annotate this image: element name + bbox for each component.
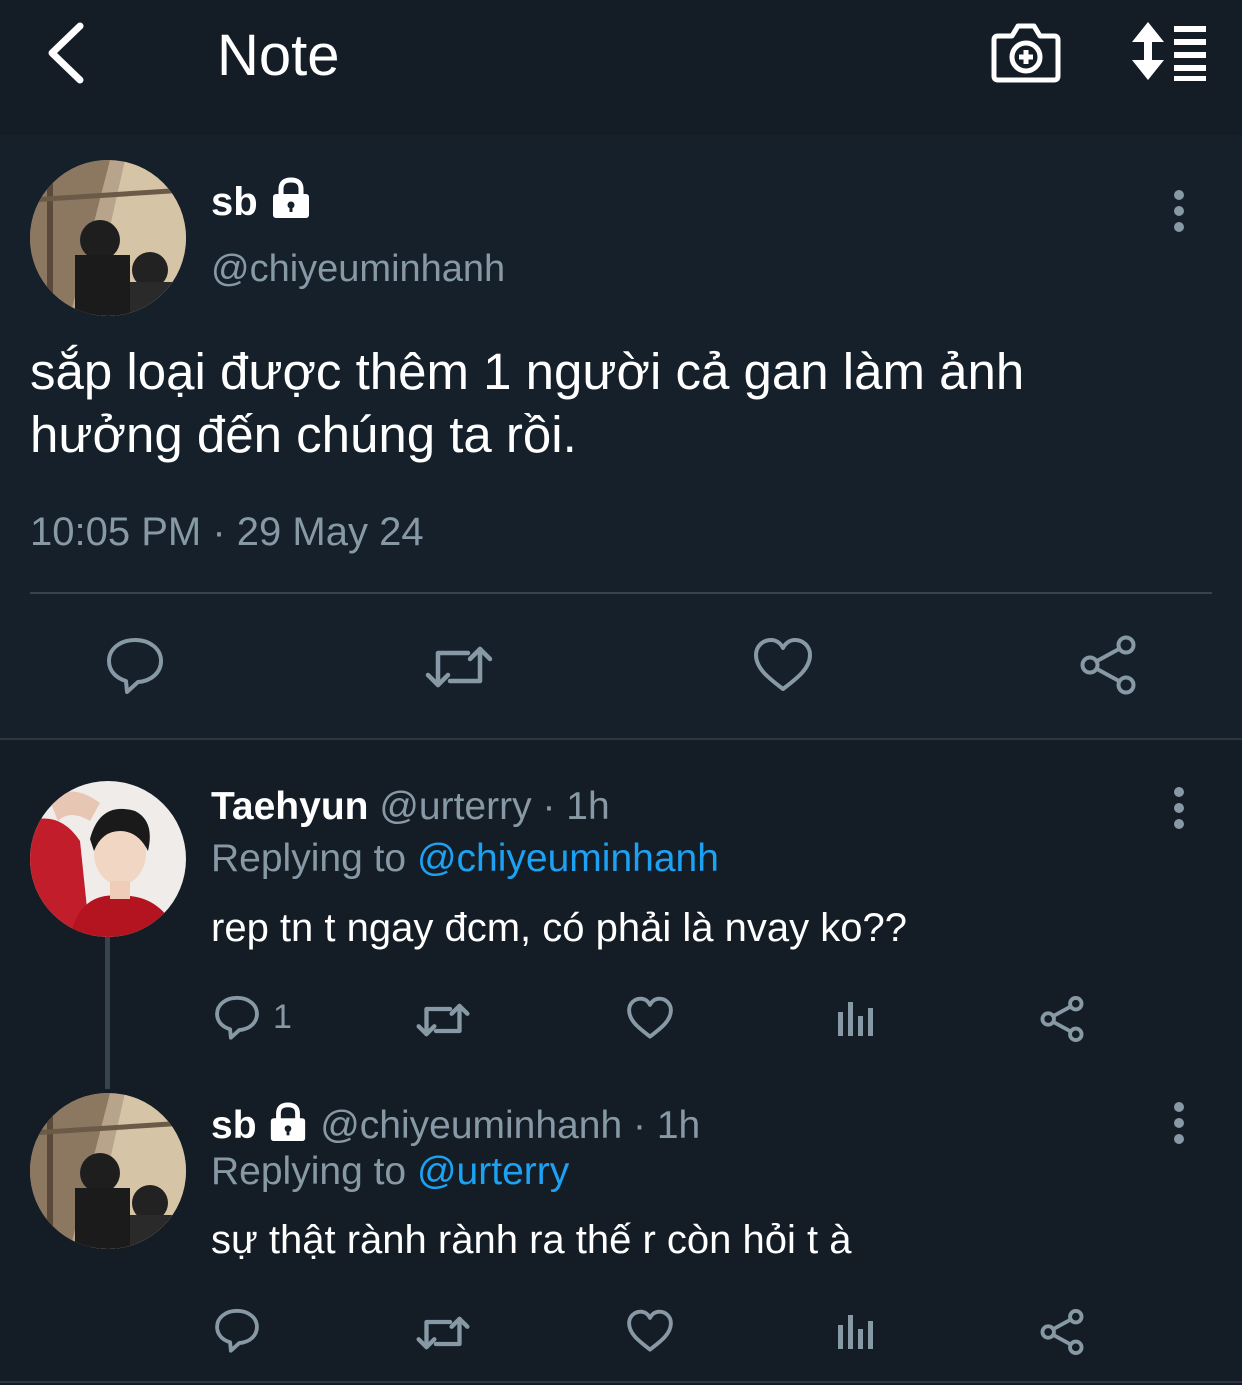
tweet-age: 1h [656,1104,701,1147]
author-handle[interactable]: @chiyeuminhanh [320,1104,622,1147]
author-name[interactable]: sb [211,1104,257,1147]
tweet-time: 10:05 PM [30,510,202,554]
reply-icon[interactable] [104,635,166,695]
more-options-icon[interactable] [1169,1101,1189,1151]
avatar[interactable] [30,1093,186,1249]
avatar-photo [30,160,186,316]
author-name[interactable]: sb [211,180,258,225]
share-icon[interactable] [1078,635,1138,695]
lock-icon [273,177,309,218]
separator: · [212,510,226,554]
analytics-icon[interactable] [836,998,876,1038]
like-icon[interactable] [752,637,814,693]
tweet-text-line-1: sắp loại được thêm 1 người cả gan làm ản… [30,343,1025,400]
sort-list-icon[interactable] [1128,20,1212,82]
back-icon[interactable] [40,18,100,88]
reply-text: sự thật rành rành ra thế r còn hỏi t à [211,1218,852,1262]
like-icon[interactable] [626,1309,674,1353]
tweet-text-line-2: hưởng đến chúng ta rồi. [30,406,577,463]
replying-to-label: Replying to [211,837,407,880]
tweet-date: 29 May 24 [236,510,424,554]
camera-add-icon[interactable] [990,20,1062,86]
replying-to-label: Replying to [211,1150,407,1193]
reply-text: rep tn t ngay đcm, có phải là nvay ko?? [211,906,907,950]
main-tweet: sb @chiyeuminhanh sắp loại được thêm 1 n… [0,135,1242,738]
retweet-icon[interactable] [415,1311,471,1355]
replying-to: Replying to @urterry [211,1150,569,1194]
reply-header: Taehyun @urterry · 1h [211,785,610,829]
like-icon[interactable] [626,996,674,1040]
analytics-icon[interactable] [836,1311,876,1351]
retweet-icon[interactable] [424,639,494,695]
reply-count: 1 [273,998,292,1036]
page-title: Note [217,23,340,88]
reply-tweet[interactable]: Taehyun @urterry · 1h Replying to @chiye… [0,740,1242,1075]
more-options-icon[interactable] [1169,786,1189,836]
avatar-photo [30,1093,186,1249]
mention-link[interactable]: @chiyeuminhanh [417,837,719,880]
separator: · [632,1104,646,1147]
divider [30,592,1212,594]
more-options-icon[interactable] [1169,189,1189,239]
mention-link[interactable]: @urterry [417,1150,569,1193]
reply-tweet[interactable]: sb @chiyeuminhanh · 1h Replying to @urte… [0,1055,1242,1385]
share-icon[interactable] [1039,1309,1085,1355]
author-handle[interactable]: @urterry [379,785,531,828]
replying-to: Replying to @chiyeuminhanh [211,837,719,881]
avatar-photo [30,781,186,937]
reply-icon[interactable] [213,994,261,1040]
top-bar: Note [0,0,1242,134]
lock-icon [271,1102,306,1142]
share-icon[interactable] [1039,996,1085,1042]
avatar[interactable] [30,781,186,937]
reply-header: sb @chiyeuminhanh · 1h [211,1102,700,1148]
tweet-timestamp: 10:05 PM · 29 May 24 [30,510,424,555]
bottom-divider [0,1381,1242,1383]
reply-icon[interactable] [213,1307,261,1353]
author-name[interactable]: Taehyun [211,785,368,828]
tweet-age: 1h [566,785,610,828]
separator: · [542,785,556,828]
retweet-icon[interactable] [415,998,471,1042]
avatar[interactable] [30,160,186,316]
author-handle[interactable]: @chiyeuminhanh [211,248,505,291]
